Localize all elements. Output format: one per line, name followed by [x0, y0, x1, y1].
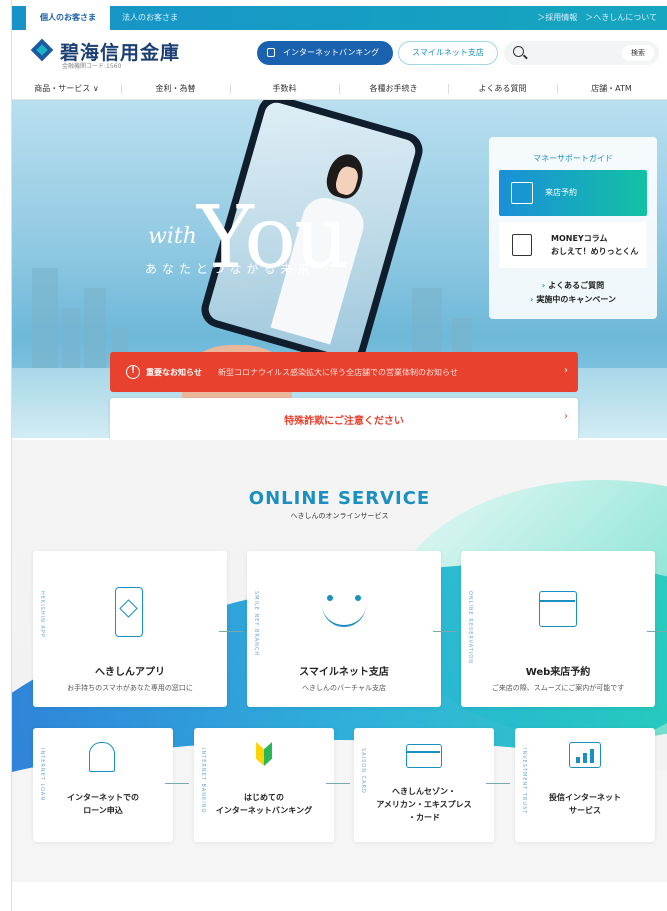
- online-service-title: ONLINE SERVICE: [248, 488, 431, 509]
- service-card-subtitle: ご来店の際、スムーズにご案内が可能です: [491, 684, 625, 692]
- service-card-title-line2: インターネットバンキング: [215, 806, 313, 815]
- smartphone-icon: [115, 587, 143, 637]
- top-bar: 個人のお客さま 法人のお客さま ＞採用情報 ＞へきしんについて: [12, 6, 667, 30]
- internet-banking-button[interactable]: インターネットバンキング: [257, 41, 393, 65]
- card-vertical-label: HEKISHIN APP: [39, 591, 45, 638]
- online-service-subtitle: へきしんのオンラインサービス: [290, 512, 389, 520]
- campaign-link[interactable]: › 実施中のキャンペーン: [489, 294, 657, 305]
- nav-products[interactable]: 商品・サービス ∨: [12, 78, 121, 100]
- service-card-subtitle: へきしんのバーチャル支店: [302, 684, 386, 692]
- important-notice-bar[interactable]: ! 重要なお知らせ 新型コロナウイルス感染拡大に伴う全店舗での営業体制のお知らせ…: [110, 352, 578, 392]
- chevron-right-icon: ›: [541, 281, 546, 290]
- tab-corporate[interactable]: 法人のお客さま: [122, 6, 178, 30]
- bank-code: 金融機関コード:1560: [62, 63, 122, 70]
- money-column-title: MONEYコラム: [551, 234, 608, 243]
- service-card-title-line2: サービス: [569, 806, 601, 815]
- card-vertical-label: ONLINE RESERVATION: [467, 591, 473, 664]
- hero-with-text: with: [148, 224, 197, 249]
- alert-icon: !: [126, 365, 140, 379]
- search-icon: [513, 46, 524, 57]
- guide-title: マネーサポートガイド: [533, 154, 613, 163]
- money-column-card[interactable]: MONEYコラム おしえて！めりっとくん: [499, 222, 647, 268]
- service-card-internet-banking[interactable]: INTERNET BANKING はじめての インターネットバンキング: [194, 728, 350, 842]
- fraud-warning-bar[interactable]: 特殊詐欺にご注意ください ›: [110, 398, 578, 440]
- nav-faq[interactable]: よくある質問: [448, 78, 557, 100]
- online-service-section: ONLINE SERVICE へきしんのオンラインサービス HEKISHIN A…: [12, 440, 667, 882]
- card-vertical-label: SMILE NET BRANCH: [253, 591, 259, 657]
- chevron-right-icon: ›: [564, 411, 568, 422]
- card-vertical-label: INTERNET BANKING: [200, 748, 206, 814]
- logo-icon[interactable]: [30, 38, 54, 62]
- house-hand-icon: [89, 742, 115, 772]
- service-card-smile-net[interactable]: SMILE NET BRANCH スマイルネット支店 へきしんのバーチャル支店: [247, 551, 457, 707]
- main-nav: 商品・サービス ∨ 金利・為替 手数料 各種お手続き よくある質問 店舗・ATM: [12, 78, 667, 100]
- service-card-subtitle: お手持ちのスマホがあなた専用の窓口に: [67, 684, 193, 692]
- smile-net-button[interactable]: スマイルネット支店: [398, 41, 498, 65]
- nav-fees[interactable]: 手数料: [230, 78, 339, 100]
- service-card-title-line2: ローン申込: [83, 806, 123, 815]
- calendar-icon: [539, 591, 577, 627]
- service-card-loan[interactable]: INTERNET LOAN インターネットでの ローン申込: [33, 728, 189, 842]
- search-button[interactable]: 検索: [622, 45, 654, 61]
- chevron-right-icon: ›: [530, 295, 534, 304]
- service-card-title-line1: へきしんセゾン・: [392, 787, 456, 796]
- service-card-title: へきしんアプリ: [95, 667, 165, 678]
- service-card-app[interactable]: HEKISHIN APP へきしんアプリ お手持ちのスマホがあなた専用の窓口に: [33, 551, 243, 707]
- nav-procedures[interactable]: 各種お手続き: [339, 78, 448, 100]
- search-box[interactable]: 検索: [504, 41, 659, 65]
- service-card-title: スマイルネット支店: [299, 667, 389, 678]
- important-notice-label: 重要なお知らせ: [146, 368, 202, 377]
- window-left-edge: [0, 0, 12, 911]
- credit-card-icon: [406, 744, 442, 768]
- service-card-title-line1: 投信インターネット: [549, 793, 621, 802]
- service-card-title-line1: インターネットでの: [67, 793, 139, 802]
- top-links[interactable]: ＞採用情報 ＞へきしんについて: [537, 6, 657, 30]
- tab-personal[interactable]: 個人のお客さま: [26, 6, 110, 30]
- calendar-icon: [511, 182, 533, 204]
- hero-tagline: あなたとつながる未来: [145, 262, 315, 276]
- chevron-right-icon: ›: [564, 365, 568, 376]
- service-card-web-reservation[interactable]: ONLINE RESERVATION Web来店予約 ご来店の際、スムーズにご案…: [461, 551, 667, 707]
- visit-reservation-card[interactable]: 来店予約: [499, 170, 647, 216]
- nav-branches-atm[interactable]: 店舗・ATM: [557, 78, 666, 100]
- smile-icon: [327, 595, 333, 601]
- service-card-title: Web来店予約: [525, 667, 591, 678]
- service-card-title-line2: アメリカン・エキスプレス: [376, 800, 472, 809]
- internet-banking-label: インターネットバンキング: [283, 48, 380, 57]
- book-icon: [512, 234, 532, 256]
- service-card-title-line3: ・カード: [408, 813, 440, 822]
- service-card-title-line1: はじめての: [244, 793, 284, 802]
- page-bottom: [12, 882, 667, 911]
- nav-rates[interactable]: 金利・為替: [121, 78, 230, 100]
- chart-monitor-icon: [569, 742, 601, 768]
- important-notice-text: 新型コロナウイルス感染拡大に伴う全店舗での営業体制のお知らせ: [218, 368, 458, 377]
- money-column-subtitle: おしえて！めりっとくん: [551, 247, 639, 256]
- visit-reservation-label: 来店予約: [545, 188, 577, 197]
- beginner-mark-icon: [256, 742, 272, 766]
- site-header: 碧海信用金庫 金融機関コード:1560 インターネットバンキング スマイルネット…: [12, 30, 667, 78]
- lock-icon: [267, 48, 275, 57]
- fraud-warning-text: 特殊詐欺にご注意ください: [284, 416, 404, 427]
- faq-link[interactable]: › よくあるご質問: [489, 280, 657, 291]
- service-card-saison[interactable]: SAISON CARD へきしんセゾン・ アメリカン・エキスプレス ・カード: [354, 728, 510, 842]
- service-card-investment-trust[interactable]: INVESTMENT TRUST 投信インターネット サービス: [515, 728, 655, 842]
- money-support-guide: マネーサポートガイド 来店予約 MONEYコラム おしえて！めりっとくん › よく…: [489, 137, 657, 319]
